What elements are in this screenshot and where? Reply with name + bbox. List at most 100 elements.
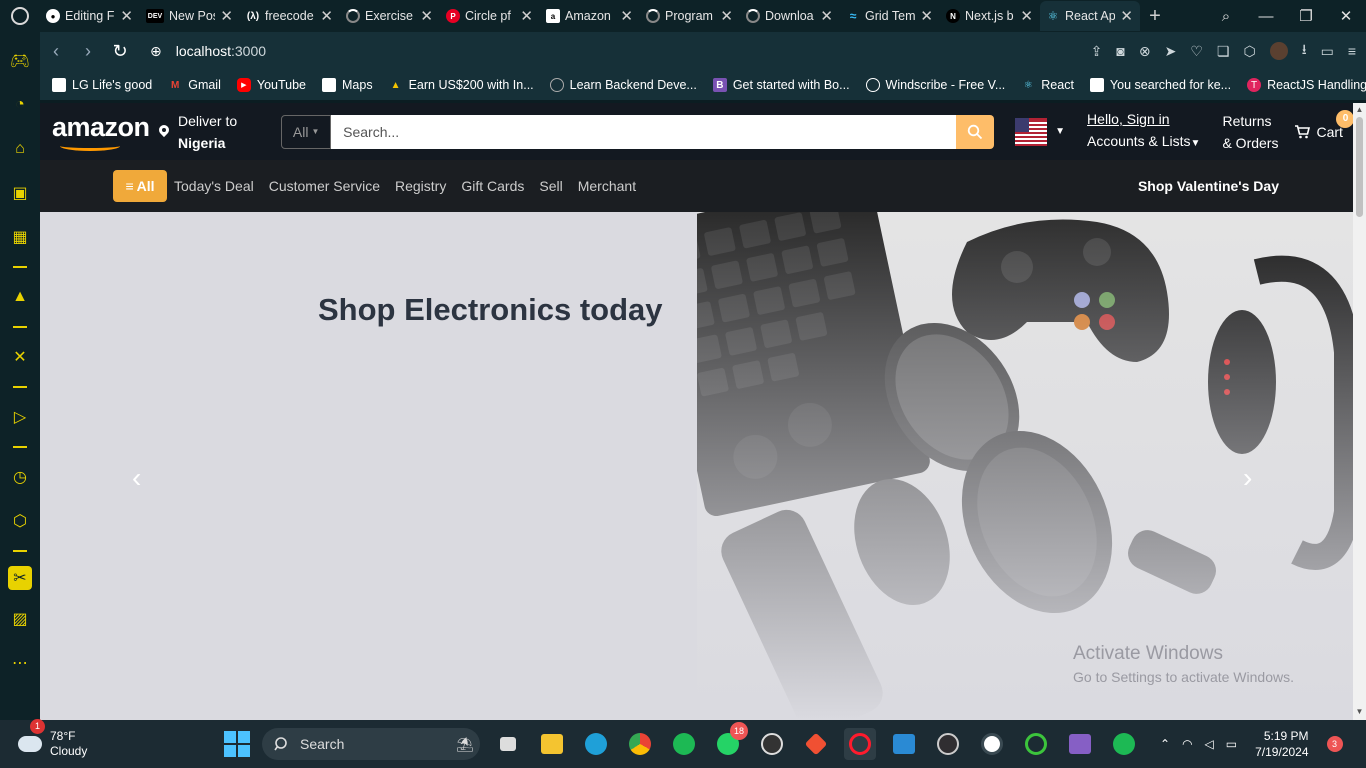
bookmark-item[interactable]: Learn Backend Deve... [549, 78, 697, 92]
volume-icon[interactable]: ◁ [1205, 737, 1214, 751]
close-tab-icon[interactable]: ✕ [120, 7, 133, 25]
visual-studio-icon[interactable] [1064, 728, 1096, 760]
bookmark-item[interactable]: ⚛ React [1021, 78, 1074, 92]
tab-editing[interactable]: ● Editing F ✕ [40, 1, 140, 31]
reload-icon[interactable]: ↻ [104, 41, 136, 62]
loading-app-icon[interactable] [1020, 728, 1052, 760]
scroll-up-icon[interactable]: ▲ [1353, 105, 1366, 114]
wifi-icon[interactable]: ◠ [1182, 737, 1192, 751]
carousel-next-icon[interactable]: › [1243, 462, 1252, 494]
scrollbar-thumb[interactable] [1356, 117, 1363, 217]
more-icon[interactable]: ⋯ [0, 648, 40, 678]
heart-icon[interactable]: ♡ [1190, 43, 1203, 60]
maximize-button[interactable]: ❐ [1286, 7, 1326, 25]
close-tab-icon[interactable]: ✕ [520, 7, 533, 25]
valentines-promo-link[interactable]: Shop Valentine's Day [1138, 178, 1279, 194]
gamepad-icon[interactable]: 🎮︎ [0, 46, 40, 76]
menu-icon[interactable]: ≡ [1348, 43, 1356, 59]
close-tab-icon[interactable]: ✕ [620, 7, 633, 25]
nav-gift-cards[interactable]: Gift Cards [461, 178, 524, 194]
carousel-prev-icon[interactable]: ‹ [132, 462, 141, 494]
bookmark-item[interactable]: Maps [322, 78, 373, 92]
close-tab-icon[interactable]: ✕ [320, 7, 333, 25]
download-icon[interactable]: ⭳ [1302, 39, 1307, 63]
spotify-icon[interactable] [1108, 728, 1140, 760]
wordpress-icon[interactable] [976, 728, 1008, 760]
nav-registry[interactable]: Registry [395, 178, 446, 194]
tab-dev[interactable]: DEV New Pos ✕ [140, 1, 240, 31]
deliver-to[interactable]: Deliver to Nigeria [158, 110, 237, 154]
battery-saver-icon[interactable]: ▭ [1321, 43, 1334, 60]
bookmark-item[interactable]: B Get started with Bo... [712, 78, 850, 92]
windows-start-icon[interactable] [224, 731, 250, 757]
new-tab-button[interactable]: + [1140, 5, 1170, 28]
nav-customer-service[interactable]: Customer Service [269, 178, 380, 194]
send-icon[interactable]: ➤ [1165, 43, 1177, 60]
cube-icon[interactable]: ⬡ [1243, 43, 1255, 60]
amazon-logo[interactable]: amazon [52, 112, 150, 152]
search-input[interactable] [331, 114, 957, 149]
bookmark-item[interactable]: M Gmail [168, 78, 221, 92]
chevron-up-icon[interactable]: ⌃ [1160, 737, 1170, 751]
all-menu-button[interactable]: ≡ All [113, 170, 167, 202]
bookmark-item[interactable]: ▶ YouTube [236, 78, 306, 92]
tools-icon[interactable]: ✂ [8, 566, 32, 590]
opera-menu-icon[interactable] [0, 0, 40, 32]
tab-download[interactable]: Downloa ✕ [740, 1, 840, 31]
search-category-select[interactable]: All ▼ [281, 114, 332, 149]
back-icon[interactable]: ‹ [40, 41, 72, 62]
url-field[interactable]: ⊕ localhost:3000 [150, 43, 266, 60]
copy-icon[interactable]: ❏ [1217, 43, 1230, 60]
camera-icon[interactable]: ◙ [1116, 43, 1124, 59]
share-icon[interactable]: ⇪ [1091, 43, 1103, 60]
search-button[interactable] [956, 114, 995, 149]
tab-react-app[interactable]: ⚛ React Ap ✕ [1040, 1, 1140, 31]
tab-pinterest[interactable]: P Circle pf ✕ [440, 1, 540, 31]
close-tab-icon[interactable]: ✕ [920, 7, 933, 25]
nav-todays-deal[interactable]: Today's Deal [174, 178, 254, 194]
account-lists[interactable]: Hello, Sign in Accounts & Lists▼ [1087, 108, 1200, 155]
airdrop-icon[interactable]: ▲ [0, 282, 40, 312]
search-tabs-icon[interactable]: ⌕ [1206, 8, 1246, 25]
us-flag-icon[interactable] [1015, 116, 1048, 148]
chip-icon[interactable]: ▦ [0, 222, 40, 252]
close-button[interactable]: ✕ [1326, 7, 1366, 25]
cube-icon[interactable]: ⬡ [0, 506, 40, 536]
close-tab-icon[interactable]: ✕ [1020, 7, 1033, 25]
language-dropdown-icon[interactable]: ▼ [1055, 126, 1065, 137]
edge-icon[interactable] [580, 728, 612, 760]
taskbar-search[interactable]: Search ⛱ [262, 728, 480, 760]
avatar[interactable] [1269, 42, 1288, 60]
tab-nextjs[interactable]: N Next.js b ✕ [940, 1, 1040, 31]
close-tab-icon[interactable]: ✕ [820, 7, 833, 25]
adblock-icon[interactable]: ⊗ [1139, 43, 1151, 60]
clock[interactable]: 5:19 PM 7/19/2024 [1255, 728, 1308, 760]
shopping-icon[interactable]: ⌂ [0, 134, 40, 164]
tab-exercise[interactable]: Exercise ✕ [340, 1, 440, 31]
nav-sell[interactable]: Sell [539, 178, 562, 194]
file-explorer-icon[interactable] [536, 728, 568, 760]
git-icon[interactable] [800, 728, 832, 760]
bookmark-item[interactable]: Windscribe - Free V... [865, 78, 1005, 92]
tab-freecodecamp[interactable]: (λ) freecode ✕ [240, 1, 340, 31]
tab-grid-template[interactable]: ≈ Grid Tem ✕ [840, 1, 940, 31]
page-scrollbar[interactable]: ▲ ▼ [1353, 103, 1366, 720]
spotify-icon[interactable] [668, 728, 700, 760]
close-tab-icon[interactable]: ✕ [220, 7, 233, 25]
nav-merchant[interactable]: Merchant [578, 178, 636, 194]
close-tab-icon[interactable]: ✕ [420, 7, 433, 25]
speedometer-icon[interactable]: ◔ [0, 90, 40, 120]
close-tab-icon[interactable]: ✕ [1120, 7, 1133, 25]
battery-icon[interactable]: ▭ [1226, 737, 1237, 751]
player-icon[interactable]: ▷ [0, 402, 40, 432]
task-view-icon[interactable] [492, 728, 524, 760]
notification-badge[interactable]: 3 [1326, 736, 1343, 752]
vscode-icon[interactable] [888, 728, 920, 760]
tab-amazon[interactable]: a Amazon ✕ [540, 1, 640, 31]
bookmark-item[interactable]: You searched for ke... [1089, 78, 1231, 92]
cart-button[interactable]: Cart 0 [1294, 109, 1353, 140]
media-player-icon[interactable] [756, 728, 788, 760]
bookmark-item[interactable]: ▲ Earn US$200 with In... [389, 78, 534, 92]
close-tab-icon[interactable]: ✕ [720, 7, 733, 25]
bookmark-item[interactable]: TReactJS Handling Ev... [1247, 78, 1366, 92]
